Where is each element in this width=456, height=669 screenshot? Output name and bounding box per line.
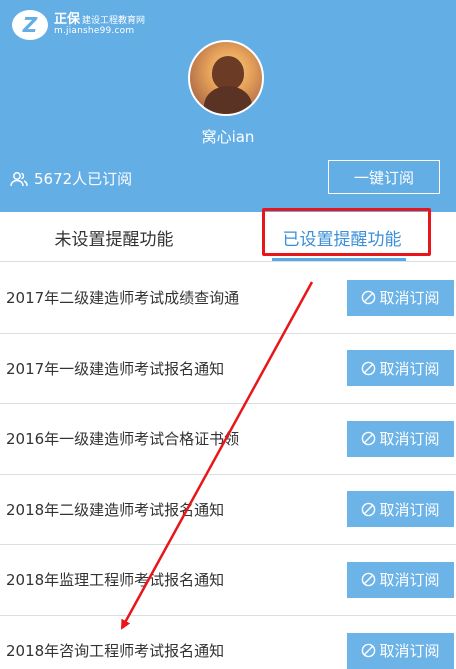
cancel-subscription-button[interactable]: 取消订阅 xyxy=(347,350,454,387)
list-item: 2018年二级建造师考试报名通知 取消订阅 xyxy=(0,475,456,545)
item-title[interactable]: 2018年二级建造师考试报名通知 xyxy=(6,499,224,520)
item-title[interactable]: 2018年监理工程师考试报名通知 xyxy=(6,569,224,590)
cancel-subscription-button[interactable]: 取消订阅 xyxy=(347,279,454,316)
prohibit-icon xyxy=(362,290,376,305)
list-item: 2018年监理工程师考试报名通知 取消订阅 xyxy=(0,545,456,616)
logo-brand-sub: 建设工程教育网 xyxy=(82,15,146,26)
item-title[interactable]: 2017年一级建造师考试报名通知 xyxy=(6,358,224,379)
logo-url: m.jianshe99.com xyxy=(54,26,135,37)
item-title[interactable]: 2018年咨询工程师考试报名通知 xyxy=(6,640,224,661)
cancel-subscription-button[interactable]: 取消订阅 xyxy=(347,420,454,457)
cancel-label: 取消订阅 xyxy=(379,571,440,590)
list-item: 2017年二级建造师考试成绩查询通 取消订阅 xyxy=(0,263,456,334)
list-item: 2017年一级建造师考试报名通知 取消订阅 xyxy=(0,334,456,404)
cancel-label: 取消订阅 xyxy=(379,289,440,308)
cancel-label: 取消订阅 xyxy=(379,359,440,378)
logo-mark-icon: Z xyxy=(12,10,48,40)
list-item: 2016年一级建造师考试合格证书领 取消订阅 xyxy=(0,404,456,475)
subscriber-count: 5672人已订阅 xyxy=(10,168,132,189)
prohibit-icon xyxy=(362,643,376,658)
logo-brand: 正保 建设工程教育网 xyxy=(54,11,146,27)
cancel-subscription-button[interactable]: 取消订阅 xyxy=(347,561,454,598)
reminder-tabs: 未设置提醒功能 已设置提醒功能 xyxy=(0,212,456,262)
prohibit-icon xyxy=(362,572,376,587)
username: 窝心ian xyxy=(201,128,255,146)
subscriber-count-text: 5672人已订阅 xyxy=(34,170,133,188)
logo-brand-name: 正保 xyxy=(54,11,81,27)
users-icon xyxy=(10,171,28,186)
cancel-label: 取消订阅 xyxy=(379,430,440,449)
prohibit-icon xyxy=(362,361,376,376)
logo-text: 正保 建设工程教育网 m.jianshe99.com xyxy=(54,11,146,37)
list-item: 2018年咨询工程师考试报名通知 取消订阅 xyxy=(0,616,456,669)
avatar[interactable] xyxy=(188,40,264,116)
prohibit-icon xyxy=(362,502,376,517)
site-logo[interactable]: Z 正保 建设工程教育网 m.jianshe99.com xyxy=(12,10,145,40)
cancel-label: 取消订阅 xyxy=(379,500,440,519)
subscription-list: 2017年二级建造师考试成绩查询通 取消订阅 2017年一级建造师考试报名通知 … xyxy=(0,263,456,669)
item-title[interactable]: 2017年二级建造师考试成绩查询通 xyxy=(6,287,239,308)
subscribe-all-button[interactable]: 一键订阅 xyxy=(328,160,440,194)
prohibit-icon xyxy=(362,431,376,446)
active-tab-indicator xyxy=(272,258,406,261)
cancel-label: 取消订阅 xyxy=(379,642,440,661)
cancel-subscription-button[interactable]: 取消订阅 xyxy=(347,632,454,669)
tab-not-set[interactable]: 未设置提醒功能 xyxy=(0,212,228,262)
tab-set[interactable]: 已设置提醒功能 xyxy=(228,212,456,262)
cancel-subscription-button[interactable]: 取消订阅 xyxy=(347,491,454,528)
profile-header: Z 正保 建设工程教育网 m.jianshe99.com 窝心ian 5672人已… xyxy=(0,0,456,212)
item-title[interactable]: 2016年一级建造师考试合格证书领 xyxy=(6,428,239,449)
